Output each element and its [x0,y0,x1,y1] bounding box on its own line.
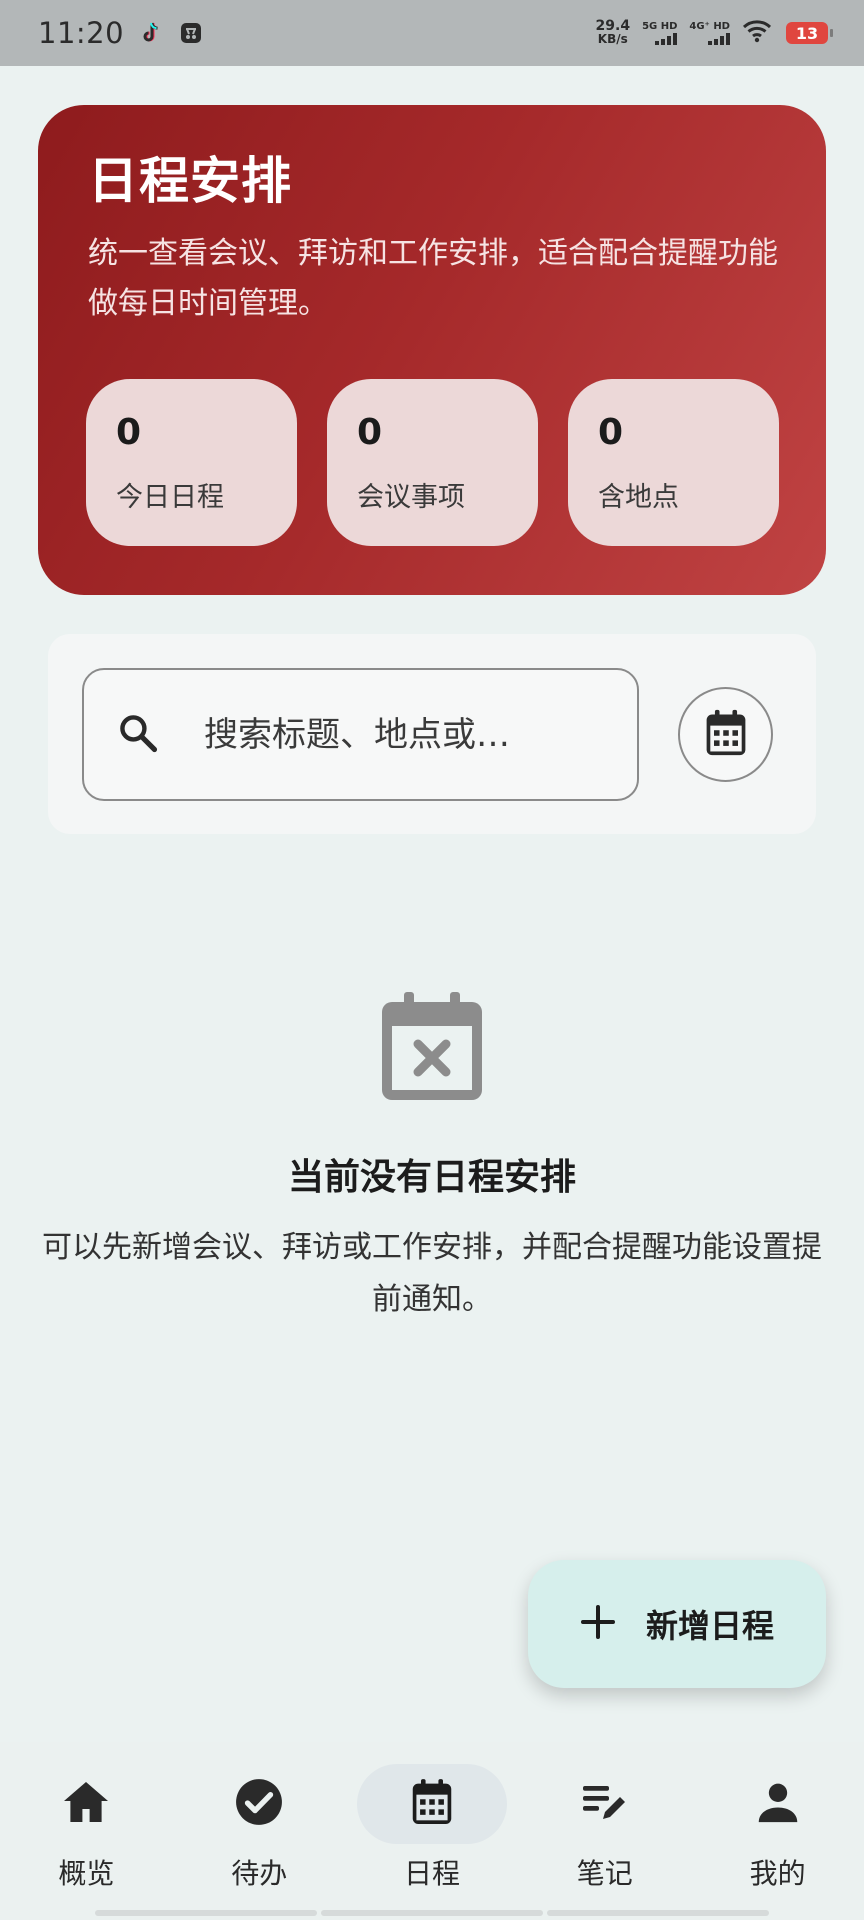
bottom-navigation: 概览 待办 日程 笔记 我的 [0,1742,864,1920]
search-icon [116,711,160,759]
stat-label: 今日日程 [116,482,224,513]
nav-label: 概览 [58,1857,115,1890]
signal-4g-icon: 4G⁺ HD [689,21,730,45]
calendar-icon [703,709,749,761]
app-notification-icon [178,20,204,46]
stat-label: 会议事项 [357,482,465,513]
nav-label: 待办 [231,1857,288,1890]
calendar-cancel-icon [380,990,484,1106]
check-circle-icon [234,1777,284,1831]
add-schedule-label: 新增日程 [645,1607,774,1645]
notes-edit-icon [581,1780,629,1828]
nav-label: 笔记 [576,1857,633,1890]
nav-item-me[interactable]: 我的 [691,1742,864,1920]
nav-item-overview[interactable]: 概览 [0,1742,173,1920]
empty-state-description: 可以先新增会议、拜访或工作安排，并配合提醒功能设置提前通知。 [42,1230,822,1317]
person-icon [756,1780,800,1828]
nav-label: 日程 [403,1857,460,1890]
wifi-icon [742,19,772,47]
stat-value: 0 [598,412,624,453]
home-icon [62,1780,110,1828]
nav-item-todo[interactable]: 待办 [173,1742,346,1920]
search-input[interactable] [204,714,584,755]
calendar-icon [410,1778,454,1830]
signal-5g-icon: 5G HD [642,21,678,45]
home-indicator [95,1910,769,1916]
nav-label: 我的 [749,1857,806,1890]
stat-label: 含地点 [598,482,679,513]
page-title: 日程安排 [88,152,292,210]
search-panel [48,634,816,834]
stat-with-location: 0 含地点 [568,379,779,546]
empty-state: 当前没有日程安排 可以先新增会议、拜访或工作安排，并配合提醒功能设置提前通知。 [0,990,864,1326]
stat-value: 0 [116,412,142,453]
empty-state-title: 当前没有日程安排 [287,1157,576,1198]
status-bar: 11:20 29.4 KB/s 5G HD 4G⁺ HD 13 [0,0,864,66]
stats-row: 0 今日日程 0 会议事项 0 含地点 [86,379,779,546]
schedule-hero-card: 日程安排 统一查看会议、拜访和工作安排，适合配合提醒功能做每日时间管理。 0 今… [38,105,826,595]
stat-today: 0 今日日程 [86,379,297,546]
nav-item-notes[interactable]: 笔记 [518,1742,691,1920]
battery-level: 13 [795,23,819,43]
stat-value: 0 [357,412,383,453]
plus-icon [580,1604,616,1644]
add-schedule-button[interactable]: 新增日程 [528,1560,826,1688]
stat-meetings: 0 会议事项 [327,379,538,546]
page-description: 统一查看会议、拜访和工作安排，适合配合提醒功能做每日时间管理。 [88,236,778,321]
tiktok-icon [138,20,164,46]
battery-icon: 13 [786,22,833,44]
status-time: 11:20 [38,16,125,50]
nav-item-schedule[interactable]: 日程 [346,1742,519,1920]
network-speed: 29.4 KB/s [595,18,631,46]
search-box[interactable] [82,668,639,801]
calendar-filter-button[interactable] [678,687,773,782]
